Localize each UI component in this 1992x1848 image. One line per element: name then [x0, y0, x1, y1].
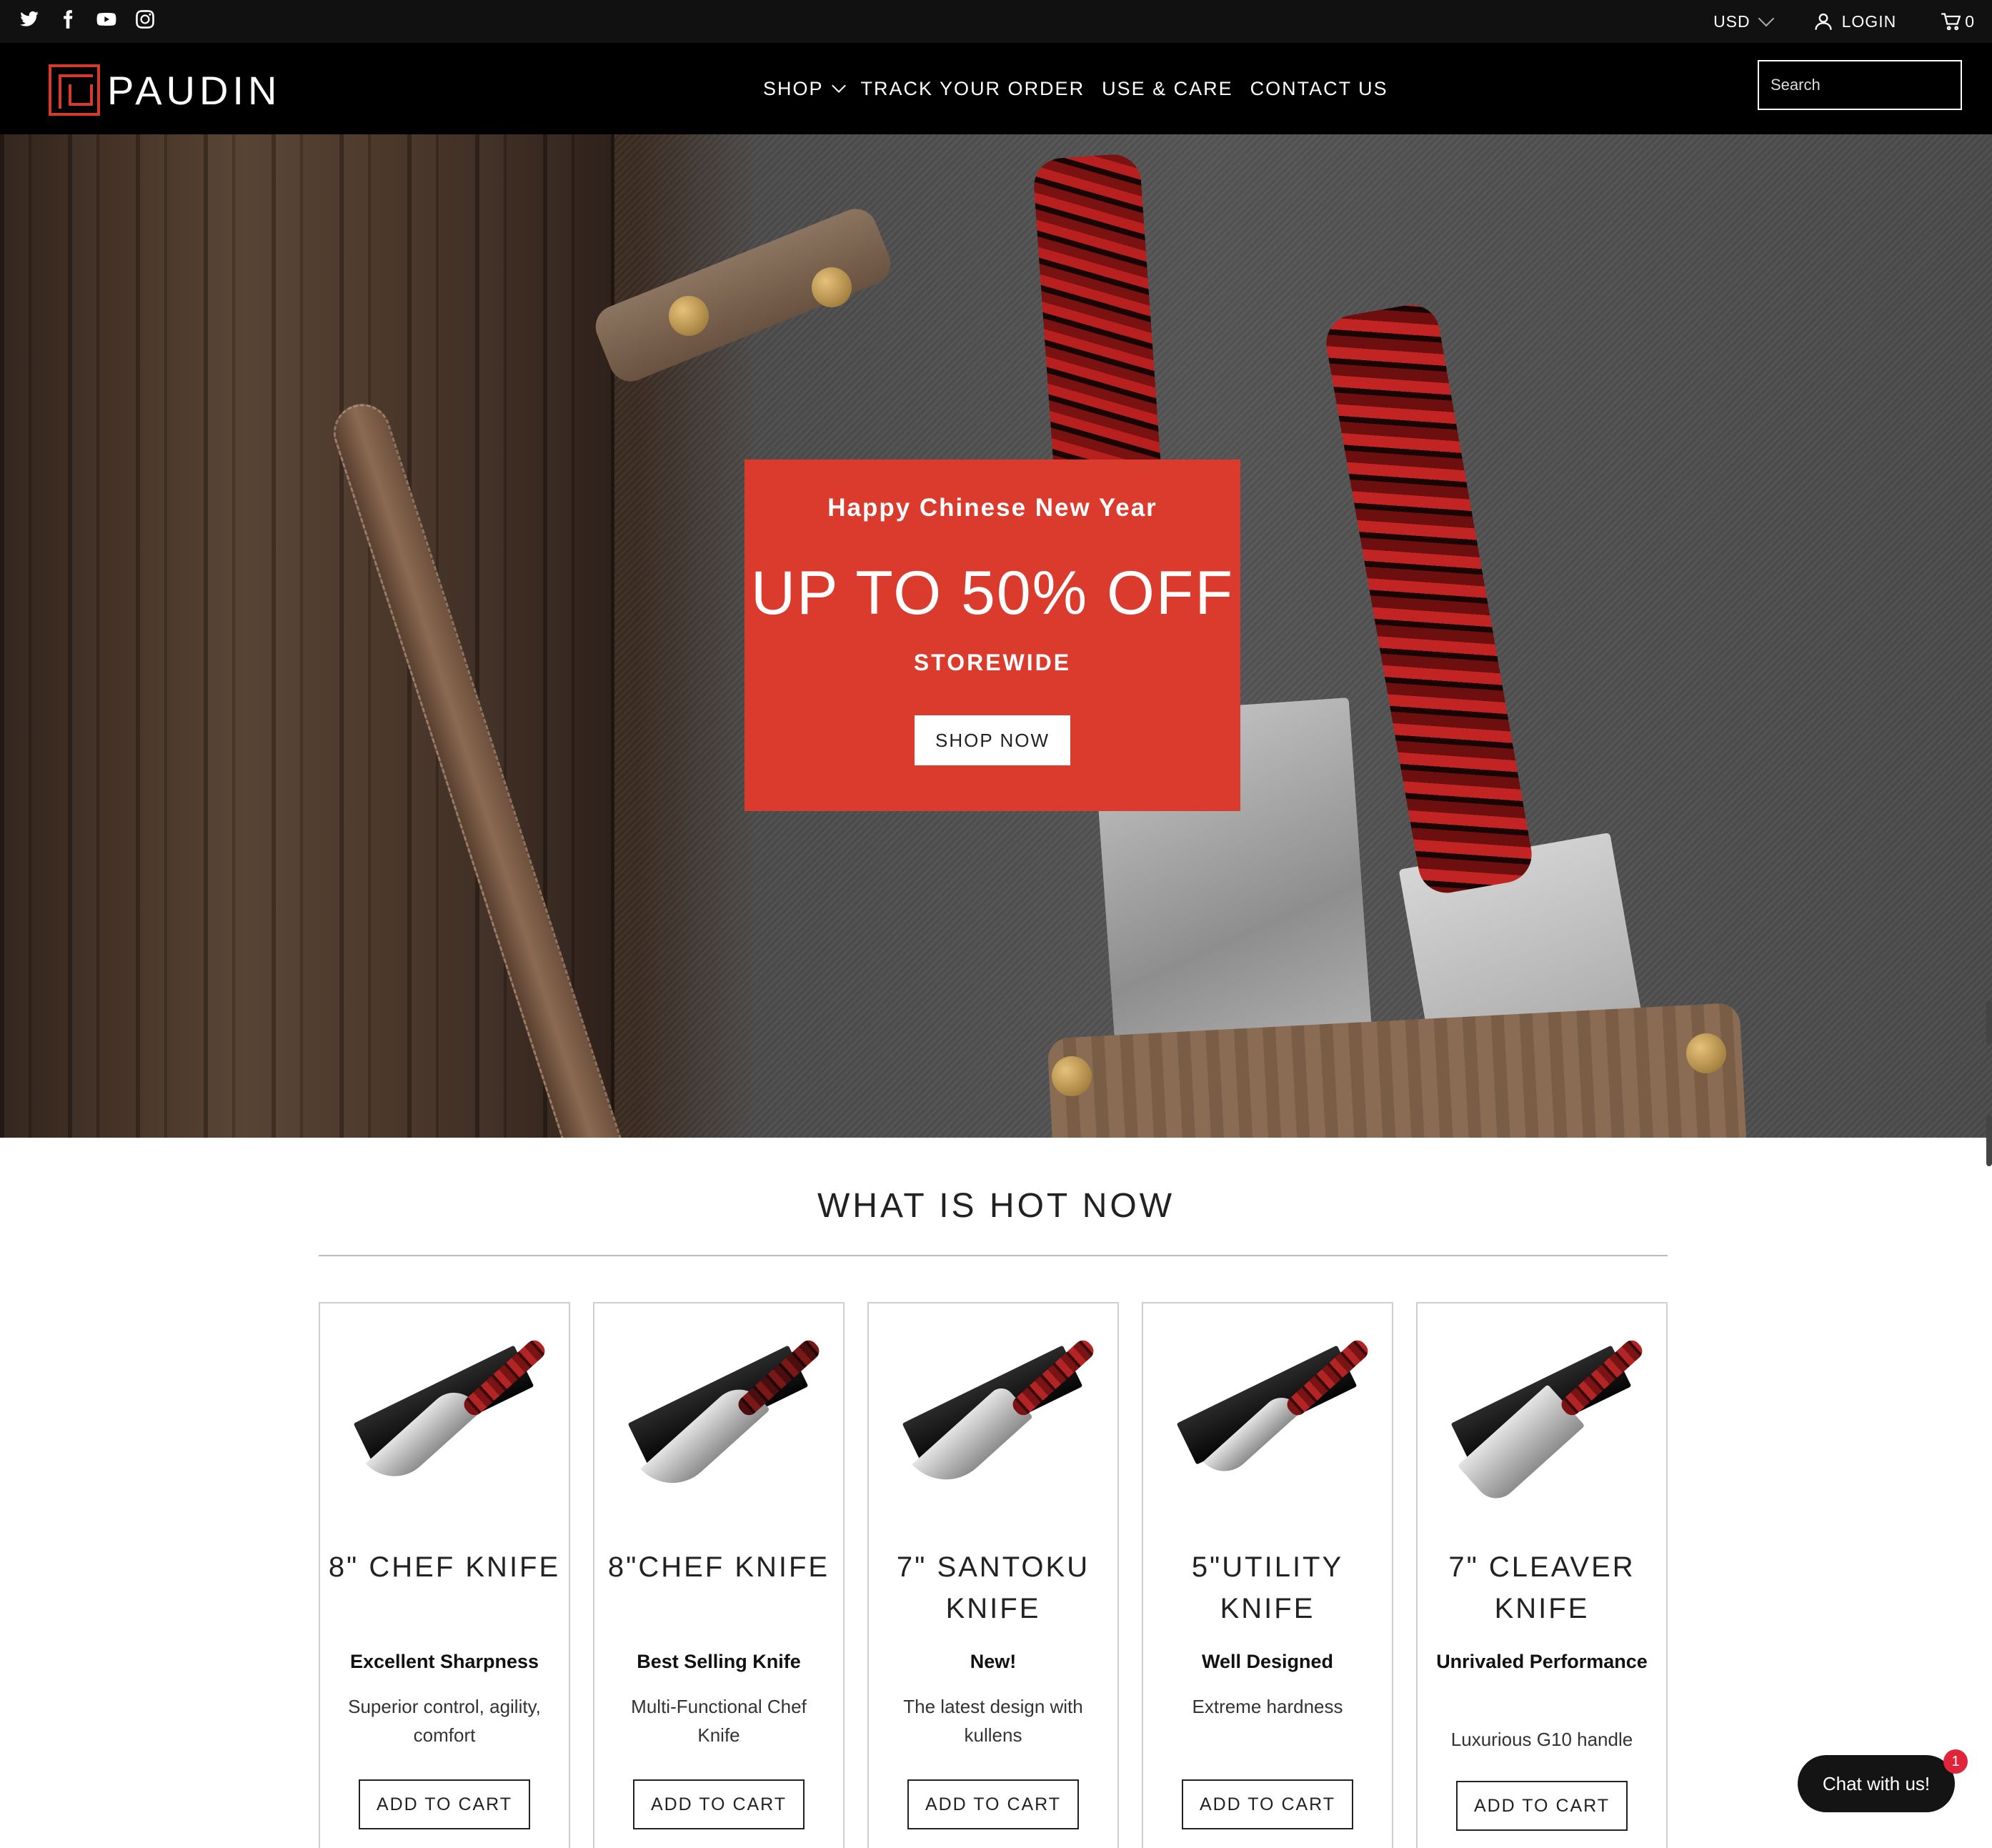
promo-eyebrow: Happy Chinese New Year	[827, 494, 1157, 522]
product-card[interactable]: 7" CLEAVER KNIFE Unrivaled Performance L…	[1416, 1302, 1668, 1848]
section-divider	[319, 1255, 1668, 1256]
product-tagline: Unrivaled Performance	[1436, 1651, 1648, 1672]
nav-item-use-care[interactable]: USE & CARE	[1102, 78, 1233, 100]
hero-rivet	[669, 296, 709, 336]
product-description: Superior control, agility, comfort	[348, 1696, 541, 1746]
scrollbar-thumb[interactable]	[1986, 1000, 1992, 1045]
product-description: Extreme hardness	[1192, 1696, 1343, 1717]
chevron-down-icon	[831, 79, 846, 93]
nav-item-track-order[interactable]: TRACK YOUR ORDER	[861, 78, 1085, 100]
login-link[interactable]: LOGIN	[1813, 11, 1897, 31]
main-nav: SHOP TRACK YOUR ORDER USE & CARE CONTACT…	[763, 43, 1388, 134]
chat-label: Chat with us!	[1822, 1772, 1931, 1794]
product-name[interactable]: 7" SANTOKU KNIFE	[876, 1546, 1110, 1629]
promo-subtitle: STOREWIDE	[913, 650, 1072, 675]
login-label: LOGIN	[1841, 11, 1897, 31]
section-title: WHAT IS HOT NOW	[817, 1187, 1175, 1225]
currency-selector[interactable]: USD	[1713, 10, 1774, 31]
instagram-icon[interactable]	[133, 7, 157, 31]
facebook-icon[interactable]	[56, 7, 80, 31]
hero-leather-buckle	[589, 202, 897, 388]
product-name[interactable]: 5"UTILITY KNIFE	[1150, 1546, 1385, 1629]
product-description: The latest design with kullens	[903, 1696, 1083, 1746]
brand-name: PAUDIN	[107, 67, 282, 113]
hero-banner: Happy Chinese New Year UP TO 50% OFF STO…	[0, 134, 1992, 1138]
user-icon	[1814, 13, 1832, 30]
add-to-cart-button[interactable]: ADD TO CART	[1456, 1781, 1628, 1831]
chat-button[interactable]: Chat with us!	[1798, 1755, 1955, 1812]
product-image[interactable]	[622, 1332, 823, 1518]
product-image[interactable]	[347, 1332, 549, 1518]
search-box	[1758, 60, 1976, 110]
cart-count: 0	[1965, 11, 1975, 31]
nav-item-label: USE & CARE	[1102, 77, 1233, 99]
nav-item-label: TRACK YOUR ORDER	[860, 77, 1085, 99]
nav-item-label: SHOP	[763, 77, 824, 99]
search-input[interactable]	[1771, 76, 1976, 94]
twitter-icon[interactable]	[17, 7, 41, 31]
product-description: Multi-Functional Chef Knife	[631, 1696, 807, 1746]
top-right-utilities: USD LOGIN 0	[1713, 0, 1992, 43]
product-tagline: Best Selling Knife	[637, 1651, 801, 1672]
add-to-cart-button[interactable]: ADD TO CART	[907, 1779, 1079, 1829]
social-links	[17, 7, 157, 31]
main-header: PAUDIN SHOP TRACK YOUR ORDER USE & CARE …	[0, 43, 1992, 134]
hero-rivet	[1686, 1033, 1726, 1073]
scrollbar-thumb[interactable]	[1986, 1115, 1992, 1166]
product-card[interactable]: 8"CHEF KNIFE Best Selling Knife Multi-Fu…	[593, 1302, 845, 1848]
top-bar: USD LOGIN 0	[0, 0, 1992, 43]
product-name[interactable]: 8" CHEF KNIFE	[327, 1546, 562, 1588]
promo-headline: UP TO 50% OFF	[751, 559, 1234, 627]
product-tagline: New!	[970, 1651, 1017, 1672]
product-image[interactable]	[896, 1332, 1097, 1518]
product-description: Luxurious G10 handle	[1450, 1729, 1633, 1750]
add-to-cart-button[interactable]: ADD TO CART	[1182, 1779, 1353, 1829]
youtube-icon[interactable]	[94, 7, 119, 31]
product-name[interactable]: 7" CLEAVER KNIFE	[1425, 1546, 1659, 1629]
chat-notification-badge: 1	[1943, 1749, 1968, 1774]
cart-icon	[1941, 13, 1961, 31]
brand-logo[interactable]: PAUDIN	[49, 64, 281, 116]
chevron-down-icon	[1758, 10, 1774, 27]
hero-rivet	[1052, 1056, 1092, 1096]
hero-rivet	[812, 267, 852, 307]
nav-item-label: CONTACT US	[1250, 77, 1388, 99]
product-name[interactable]: 8"CHEF KNIFE	[602, 1546, 836, 1588]
currency-label: USD	[1713, 11, 1751, 31]
nav-item-shop[interactable]: SHOP	[763, 77, 846, 100]
product-tagline: Well Designed	[1201, 1651, 1334, 1672]
product-card[interactable]: 8" CHEF KNIFE Excellent Sharpness Superi…	[319, 1302, 570, 1848]
add-to-cart-button[interactable]: ADD TO CART	[359, 1779, 530, 1829]
product-image[interactable]	[1445, 1332, 1646, 1518]
product-grid: 8" CHEF KNIFE Excellent Sharpness Superi…	[319, 1302, 1668, 1848]
shop-now-button[interactable]: SHOP NOW	[915, 715, 1070, 765]
product-card[interactable]: 7" SANTOKU KNIFE New! The latest design …	[867, 1302, 1119, 1848]
logo-mark-icon	[49, 64, 100, 116]
promo-box: Happy Chinese New Year UP TO 50% OFF STO…	[744, 459, 1240, 811]
product-tagline: Excellent Sharpness	[349, 1651, 539, 1672]
add-to-cart-button[interactable]: ADD TO CART	[633, 1779, 805, 1829]
product-card[interactable]: 5"UTILITY KNIFE Well Designed Extreme ha…	[1142, 1302, 1393, 1848]
nav-item-contact[interactable]: CONTACT US	[1250, 78, 1388, 100]
product-image[interactable]	[1170, 1332, 1372, 1518]
cart-link[interactable]: 0	[1941, 11, 1975, 31]
